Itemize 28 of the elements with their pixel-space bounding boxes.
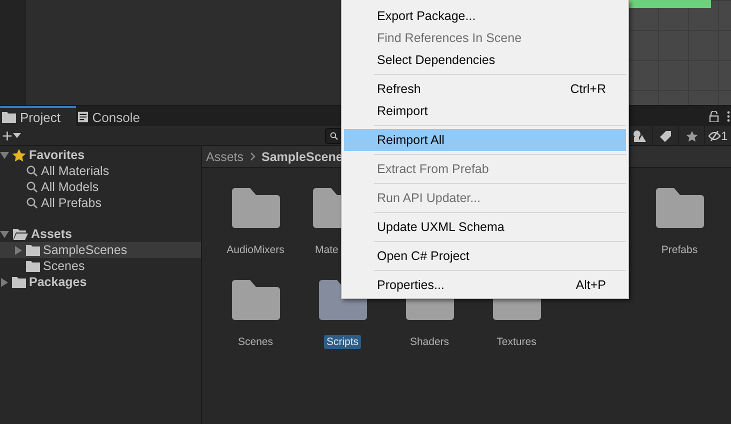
tree-item[interactable]: All Prefabs — [0, 195, 201, 211]
menu-item[interactable]: Open C# Project — [344, 245, 626, 267]
folder-label[interactable]: AudioMixers — [224, 243, 286, 257]
tree-item[interactable]: SampleScenes — [0, 242, 201, 258]
panel-tab[interactable]: Project — [0, 106, 76, 126]
menu-item[interactable]: Reimport — [344, 100, 626, 122]
folder-label[interactable]: Scenes — [236, 335, 276, 349]
menu-item[interactable]: Properties... Alt+P — [344, 274, 626, 296]
tree-item[interactable]: Assets — [0, 226, 201, 242]
folder-label[interactable]: Prefabs — [659, 243, 700, 257]
tree-item[interactable]: All Models — [0, 179, 201, 195]
breadcrumb-item[interactable]: Assets — [206, 150, 244, 164]
menu-item[interactable]: Update UXML Schema — [344, 216, 626, 238]
folder-label[interactable]: Textures — [494, 335, 538, 349]
breadcrumb-item[interactable]: SampleScene — [262, 150, 343, 164]
tree-item[interactable]: Scenes — [0, 258, 201, 274]
folder-label[interactable]: Mate — [313, 243, 340, 257]
tree-item[interactable]: Packages — [0, 274, 201, 290]
add-button[interactable]: + — [0, 128, 13, 144]
panel-tab[interactable]: Console — [76, 106, 152, 126]
menu-item[interactable]: Refresh Ctrl+R — [344, 78, 626, 100]
folder-label[interactable]: Shaders — [408, 335, 452, 349]
menu-item[interactable]: Export Package... — [344, 5, 626, 27]
menu-item[interactable]: Select Dependencies — [344, 49, 626, 71]
folder-label[interactable]: Scripts — [324, 335, 361, 349]
tree-item[interactable]: Favorites — [0, 147, 201, 163]
tree-item[interactable]: All Materials — [0, 163, 201, 179]
menu-item[interactable]: Reimport All — [344, 129, 626, 151]
